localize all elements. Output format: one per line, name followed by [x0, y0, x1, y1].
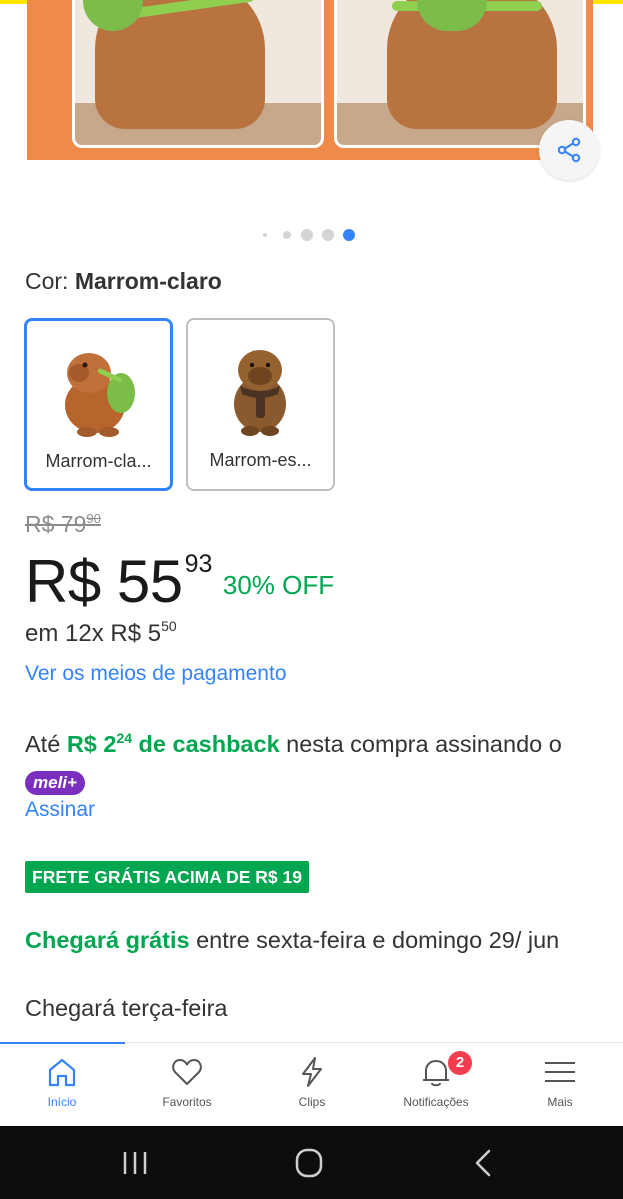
cashback-amount: R$ 224 de cashback [66, 730, 280, 757]
carousel-pagination[interactable] [0, 228, 623, 242]
back-button[interactable] [463, 1146, 503, 1180]
carousel-dot[interactable] [283, 231, 291, 239]
back-chevron-icon [475, 1149, 491, 1177]
nav-label: Notificações [403, 1095, 469, 1109]
variant-label: Marrom-cla... [45, 451, 152, 471]
home-circle-icon [295, 1148, 323, 1178]
lightning-icon [302, 1057, 322, 1087]
cashback-amount-suffix: de cashback [132, 731, 280, 757]
carousel-dot[interactable] [322, 229, 334, 241]
cashback-amount-main: R$ 2 [66, 731, 117, 757]
variant-option-marrom-escuro[interactable]: Marrom-es... [186, 318, 335, 491]
recent-apps-icon [123, 1152, 147, 1174]
original-price-cents: 90 [86, 511, 101, 526]
photo-frame-right [334, 0, 586, 148]
nav-label: Clips [298, 1095, 326, 1109]
product-image-carousel[interactable] [0, 0, 623, 215]
nav-label: Favoritos [162, 1095, 212, 1109]
carousel-dot-active[interactable] [343, 229, 355, 241]
cashback-prefix: Até [25, 731, 67, 757]
color-label: Cor: Marrom-claro [25, 268, 222, 295]
system-navigation-bar [0, 1126, 623, 1199]
nav-item-notificacoes[interactable]: 2 Notificações [374, 1043, 498, 1127]
nav-item-inicio[interactable]: Início [0, 1043, 124, 1127]
share-icon [557, 137, 581, 163]
original-price: R$ 7990 [25, 511, 101, 538]
delivery-free-detail: entre sexta-feira e domingo 29/ jun [189, 927, 560, 953]
delivery-estimate: Chegará grátis entre sexta-feira e domin… [25, 925, 605, 956]
bottom-navigation-bar: Início Favoritos Clips 2 Notificações Ma… [0, 1042, 623, 1126]
share-button[interactable] [539, 120, 599, 180]
color-selected-value: Marrom-claro [74, 268, 222, 294]
photo-frame-left [72, 0, 324, 148]
carousel-dot[interactable] [263, 233, 267, 237]
carousel-dot[interactable] [301, 229, 313, 241]
installments-info: em 12x R$ 550 [25, 618, 177, 648]
nav-label: Início [47, 1095, 77, 1109]
delivery-free-label: Chegará grátis [25, 927, 190, 953]
delivery-alternative: Chegará terça-feira [25, 995, 228, 1021]
payment-methods-link[interactable]: Ver os meios de pagamento [25, 662, 287, 686]
current-price-main: R$ 55 [25, 548, 183, 615]
heart-icon [172, 1059, 202, 1085]
discount-label: 30% OFF [222, 570, 335, 600]
home-icon [48, 1058, 76, 1087]
variant-label: Marrom-es... [209, 450, 312, 470]
variant-thumbnail-image [234, 350, 286, 436]
installments-main: em 12x R$ 5 [25, 620, 162, 647]
nav-item-mais[interactable]: Mais [498, 1043, 622, 1127]
cashback-info: Até R$ 224 de cashback nesta compra assi… [25, 722, 605, 795]
installments-cents: 50 [161, 618, 177, 634]
product-photo [27, 0, 593, 160]
subscribe-link[interactable]: Assinar [25, 798, 95, 822]
nav-item-clips[interactable]: Clips [250, 1043, 374, 1127]
current-price: R$ 5593 30% OFF [25, 547, 334, 617]
cashback-middle-text: nesta compra assinando o [279, 731, 562, 757]
home-system-button[interactable] [289, 1146, 329, 1180]
variant-option-marrom-claro[interactable]: Marrom-cla... [24, 318, 173, 491]
meli-plus-badge: meli+ [25, 771, 85, 795]
free-shipping-tag: FRETE GRÁTIS ACIMA DE R$ 19 [25, 861, 309, 893]
original-price-main: R$ 79 [25, 511, 87, 537]
recent-apps-button[interactable] [115, 1146, 155, 1180]
variant-thumbnail-image [65, 353, 135, 437]
nav-item-favoritos[interactable]: Favoritos [125, 1043, 249, 1127]
notification-count-badge: 2 [446, 1049, 474, 1077]
cashback-amount-cents: 24 [116, 730, 133, 746]
current-price-cents: 93 [184, 550, 213, 578]
color-label-prefix: Cor: [25, 268, 69, 294]
menu-icon [545, 1062, 575, 1082]
nav-label: Mais [547, 1095, 573, 1109]
